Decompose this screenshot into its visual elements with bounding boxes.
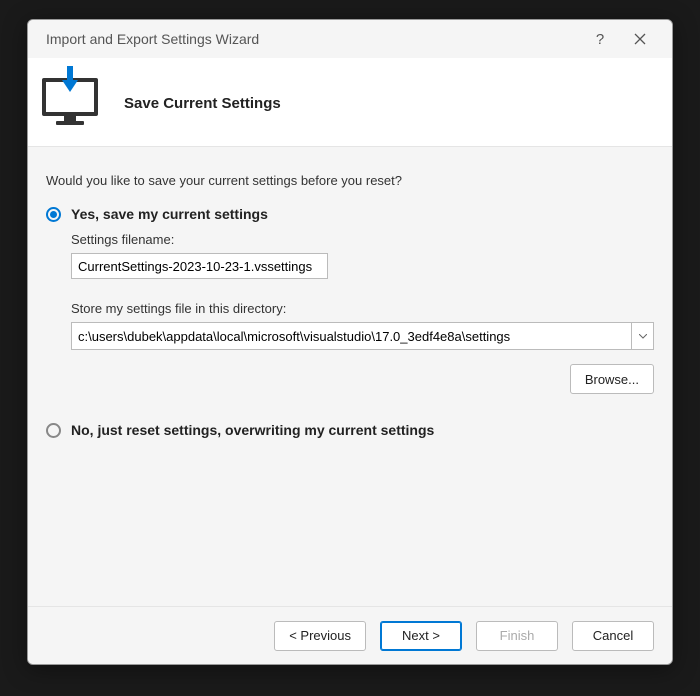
radio-option-yes[interactable]: Yes, save my current settings — [46, 206, 654, 222]
wizard-dialog: Import and Export Settings Wizard ? Save… — [27, 19, 673, 665]
yes-subsection: Settings filename: Store my settings fil… — [71, 232, 654, 394]
wizard-body: Would you like to save your current sett… — [28, 147, 672, 606]
prompt-text: Would you like to save your current sett… — [46, 173, 654, 188]
filename-label: Settings filename: — [71, 232, 654, 247]
save-settings-icon — [42, 68, 100, 126]
radio-option-no[interactable]: No, just reset settings, overwriting my … — [46, 422, 654, 438]
previous-button[interactable]: < Previous — [274, 621, 366, 651]
radio-yes-label: Yes, save my current settings — [71, 206, 268, 222]
wizard-header: Save Current Settings — [28, 58, 672, 147]
directory-dropdown-button[interactable] — [632, 322, 654, 350]
directory-row — [71, 322, 654, 350]
chevron-down-icon — [639, 334, 647, 339]
finish-button[interactable]: Finish — [476, 621, 558, 651]
directory-input[interactable] — [71, 322, 632, 350]
cancel-button[interactable]: Cancel — [572, 621, 654, 651]
close-button[interactable] — [620, 24, 660, 54]
titlebar: Import and Export Settings Wizard ? — [28, 20, 672, 58]
filename-input[interactable] — [71, 253, 328, 279]
radio-yes-indicator — [46, 207, 61, 222]
radio-no-indicator — [46, 423, 61, 438]
radio-no-label: No, just reset settings, overwriting my … — [71, 422, 434, 438]
wizard-footer: < Previous Next > Finish Cancel — [28, 606, 672, 664]
window-title: Import and Export Settings Wizard — [46, 31, 580, 47]
browse-button[interactable]: Browse... — [570, 364, 654, 394]
help-button[interactable]: ? — [580, 24, 620, 54]
directory-label: Store my settings file in this directory… — [71, 301, 654, 316]
close-icon — [634, 33, 646, 45]
page-title: Save Current Settings — [124, 95, 281, 112]
browse-row: Browse... — [71, 364, 654, 394]
next-button[interactable]: Next > — [380, 621, 462, 651]
